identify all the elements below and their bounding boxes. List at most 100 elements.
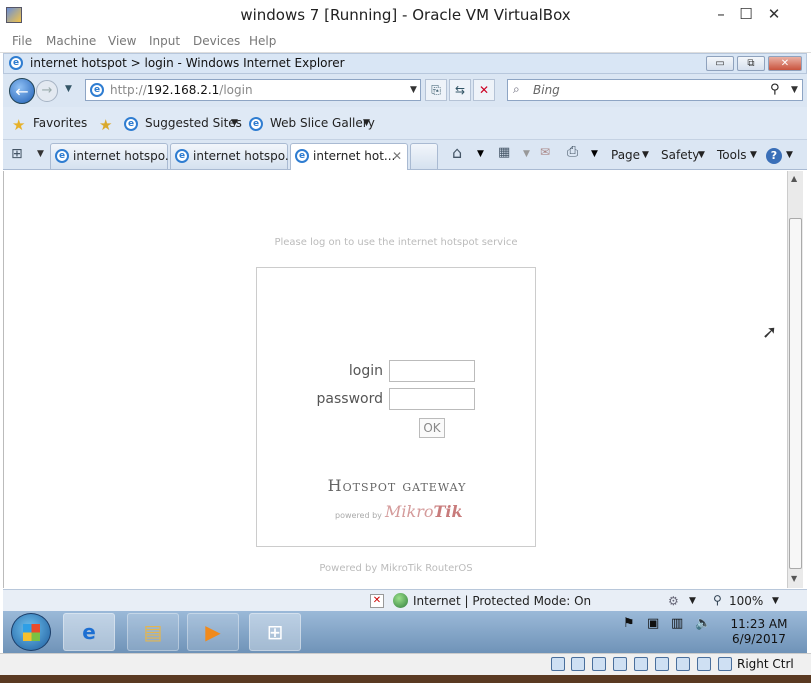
taskbar-media-player-icon[interactable]: ▶ — [187, 613, 239, 651]
ie-minimize-button[interactable]: ▭ — [706, 56, 734, 71]
menu-view[interactable]: View — [108, 34, 136, 48]
zoom-icon: ⚲ — [713, 593, 722, 607]
tab-1[interactable]: e internet hotspo... — [50, 143, 176, 169]
security-zone-text: Internet | Protected Mode: On — [413, 594, 592, 608]
clock[interactable]: 11:23 AM 6/9/2017 — [719, 617, 799, 647]
close-button[interactable]: ✕ — [763, 4, 785, 24]
feeds-chevron-icon[interactable]: ▼ — [523, 149, 530, 159]
mouse-cursor-icon: ➚ — [762, 322, 778, 343]
vbox-menu-bar: File Machine View Input Devices Help — [0, 31, 811, 53]
clock-time: 11:23 AM — [730, 617, 788, 631]
scroll-up-icon[interactable]: ▲ — [791, 174, 797, 183]
network-icon[interactable]: ▥ — [671, 616, 683, 631]
tray-device-icon[interactable]: ▣ — [647, 616, 659, 631]
search-provider-icon: ⌕ — [513, 82, 520, 96]
keyboard-capture-icon[interactable] — [718, 657, 732, 671]
ok-button[interactable]: OK — [419, 418, 445, 438]
page-menu[interactable]: Page — [611, 148, 640, 162]
favorites-button[interactable]: Favorites — [33, 116, 87, 130]
mouse-integration-icon[interactable] — [697, 657, 711, 671]
usb-icon[interactable] — [592, 657, 606, 671]
menu-devices[interactable]: Devices — [193, 34, 240, 48]
safety-menu[interactable]: Safety — [661, 148, 699, 162]
read-mail-icon[interactable]: ✉ — [540, 145, 550, 159]
add-favorites-icon[interactable]: ★ — [99, 116, 112, 134]
suggested-sites-chevron-icon[interactable]: ▼ — [231, 118, 238, 128]
print-icon[interactable]: ⎙ — [567, 144, 578, 160]
tools-chevron-icon[interactable]: ▼ — [750, 150, 757, 160]
help-chevron-icon[interactable]: ▼ — [786, 150, 793, 160]
taskbar-explorer-icon[interactable]: ▤ — [127, 613, 179, 651]
new-tab-button[interactable] — [410, 143, 438, 169]
refresh-icon[interactable]: ⇆ — [449, 79, 471, 101]
maximize-button[interactable]: ☐ — [735, 4, 757, 24]
feeds-icon[interactable]: ▦ — [498, 145, 510, 160]
blocked-content-icon[interactable]: ✕ — [370, 594, 384, 608]
volume-icon[interactable]: 🔈 — [695, 616, 711, 631]
ie-restore-button[interactable]: ⧉ — [737, 56, 765, 71]
tab-page-icon: e — [55, 149, 69, 163]
video-capture-icon[interactable] — [655, 657, 669, 671]
search-box[interactable]: ⌕ Bing ⚲ ▼ — [507, 79, 803, 101]
stop-icon[interactable]: ✕ — [473, 79, 495, 101]
home-chevron-icon[interactable]: ▼ — [477, 149, 484, 159]
address-bar[interactable]: e http://192.168.2.1/login ▼ — [85, 79, 421, 101]
zoom-chevron-icon[interactable]: ▼ — [772, 596, 779, 606]
vbox-title-bar: windows 7 [Running] - Oracle VM VirtualB… — [0, 0, 811, 31]
zoom-level[interactable]: 100% — [729, 594, 763, 608]
print-chevron-icon[interactable]: ▼ — [591, 149, 598, 159]
forward-button[interactable]: → — [36, 80, 58, 102]
recent-pages-chevron-icon[interactable]: ▼ — [65, 84, 72, 94]
optical-drive-icon[interactable] — [551, 657, 565, 671]
tools-menu[interactable]: Tools — [717, 148, 747, 162]
display-icon[interactable] — [634, 657, 648, 671]
tab-3-active[interactable]: e internet hot... ✕ — [290, 143, 408, 170]
cpu-icon[interactable] — [676, 657, 690, 671]
back-button[interactable]: ← — [9, 78, 35, 104]
network-adapter-icon[interactable] — [571, 657, 585, 671]
tab-2-label: internet hotspo... — [193, 149, 297, 163]
help-icon[interactable]: ? — [766, 148, 782, 164]
password-label: password — [316, 391, 383, 407]
suggested-sites-link[interactable]: Suggested Sites — [145, 116, 242, 130]
scroll-down-icon[interactable]: ▼ — [791, 574, 797, 583]
close-tab-icon[interactable]: ✕ — [392, 149, 402, 163]
taskbar-control-panel-icon[interactable]: ⊞ — [249, 613, 301, 651]
search-options-icon[interactable]: ▼ — [791, 85, 798, 95]
tab-page-icon: e — [175, 149, 189, 163]
scroll-thumb[interactable] — [789, 218, 802, 569]
ie-close-button[interactable]: ✕ — [768, 56, 802, 71]
protected-mode-icon[interactable]: ⚙ — [668, 594, 679, 608]
home-icon[interactable]: ⌂ — [452, 143, 462, 162]
password-input[interactable] — [389, 388, 475, 410]
menu-input[interactable]: Input — [149, 34, 180, 48]
web-slice-gallery-link[interactable]: Web Slice Gallery — [270, 116, 375, 130]
windows-taskbar: e ▤ ▶ ⊞ ⚑ ▣ ▥ 🔈 11:23 AM 6/9/2017 — [3, 611, 807, 653]
quick-tabs-icon[interactable]: ⊞ — [11, 146, 23, 162]
login-input[interactable] — [389, 360, 475, 382]
menu-file[interactable]: File — [12, 34, 32, 48]
zone-chevron-icon[interactable]: ▼ — [689, 596, 696, 606]
vertical-scrollbar[interactable]: ▲ ▼ — [787, 171, 803, 588]
shared-folders-icon[interactable] — [613, 657, 627, 671]
search-icon[interactable]: ⚲ — [770, 82, 780, 97]
action-center-flag-icon[interactable]: ⚑ — [623, 616, 635, 631]
tab-2[interactable]: e internet hotspo... — [170, 143, 296, 169]
tab-list-chevron-icon[interactable]: ▼ — [37, 149, 44, 159]
start-button[interactable] — [11, 613, 51, 651]
compatibility-view-icon[interactable]: ⎘ — [425, 79, 447, 101]
menu-machine[interactable]: Machine — [46, 34, 96, 48]
web-slice-chevron-icon[interactable]: ▼ — [363, 118, 370, 128]
safety-chevron-icon[interactable]: ▼ — [698, 150, 705, 160]
minimize-button[interactable]: – — [710, 4, 732, 24]
taskbar-internet-explorer-icon[interactable]: e — [63, 613, 115, 651]
powered-by-small: powered by — [335, 511, 382, 520]
menu-help[interactable]: Help — [249, 34, 276, 48]
mikrotik-logo: MikroTik — [385, 502, 463, 521]
page-chevron-icon[interactable]: ▼ — [642, 150, 649, 160]
address-dropdown-icon[interactable]: ▼ — [410, 85, 417, 95]
ie-title-bar: e internet hotspot > login - Windows Int… — [3, 53, 807, 74]
vbox-window-title: windows 7 [Running] - Oracle VM VirtualB… — [240, 6, 571, 24]
tab-1-label: internet hotspo... — [73, 149, 177, 163]
hotspot-login-page: Please log on to use the internet hotspo… — [3, 171, 787, 588]
